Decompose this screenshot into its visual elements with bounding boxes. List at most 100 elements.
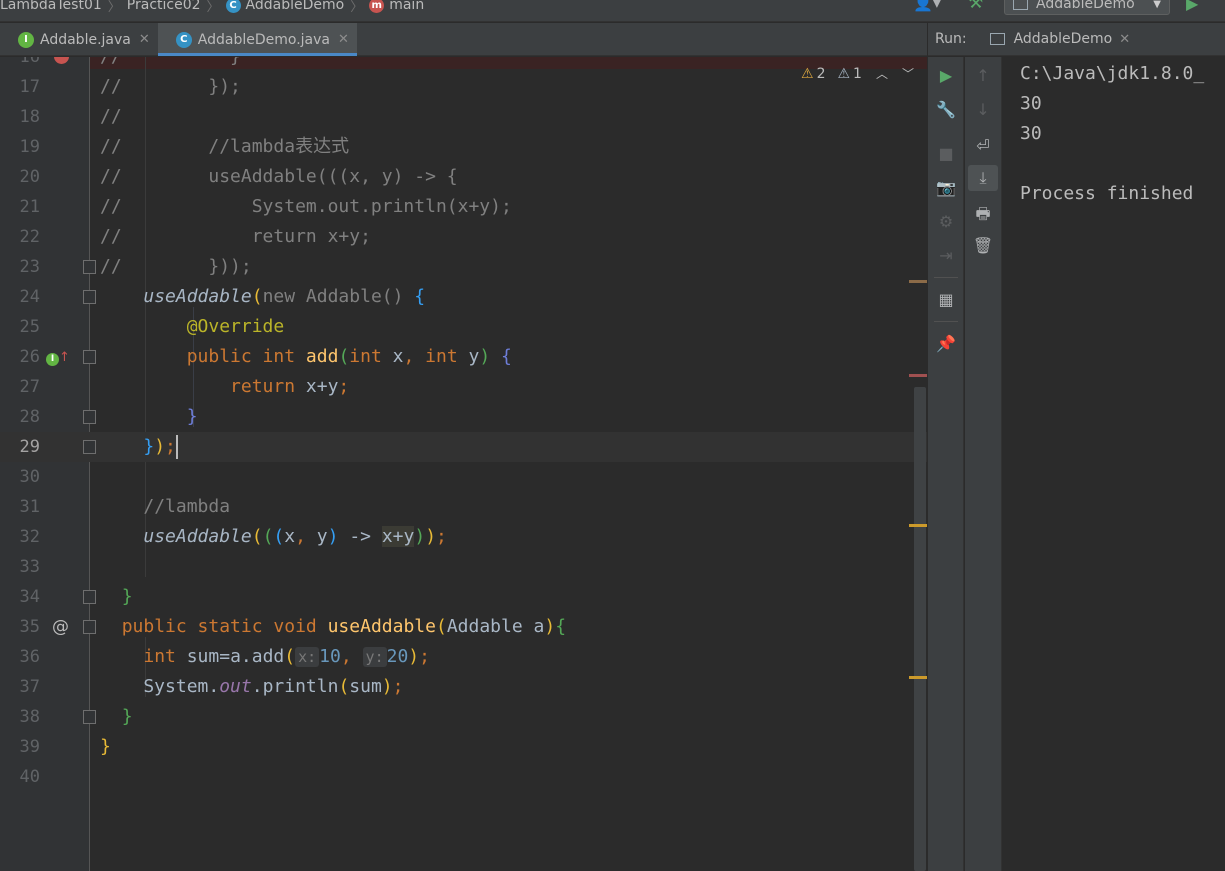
console-icon xyxy=(989,33,1005,45)
breadcrumb-package[interactable]: Practice02 xyxy=(127,0,201,13)
arrow-up-icon[interactable]: ↑ xyxy=(968,63,998,89)
breadcrumb-method[interactable]: m main xyxy=(369,0,424,13)
trash-icon[interactable]: 🗑 xyxy=(968,233,998,259)
code-line: 21 // System.out.println(x+y); xyxy=(19,196,512,217)
scroll-to-end-icon[interactable]: ⤓ xyxy=(968,165,998,191)
layout-icon[interactable]: ▦ xyxy=(931,287,961,313)
chevron-down-icon: ▼ xyxy=(1153,0,1161,10)
tab-addabledemo-java[interactable]: C AddableDemo.java ✕ xyxy=(157,23,358,56)
warning-stripe-marker[interactable] xyxy=(909,676,927,679)
code-line: 22 // return x+y; xyxy=(19,226,371,247)
code-line: 33 xyxy=(19,557,40,577)
code-line: 36 int sum=a.add(x: 10, y: 20); xyxy=(19,646,430,667)
editor-scrollbar[interactable] xyxy=(914,387,926,871)
error-stripe-marker[interactable] xyxy=(909,280,927,283)
code-line: 18 // xyxy=(19,106,122,127)
text-cursor xyxy=(175,435,178,459)
weak-warning-icon: ⚠ xyxy=(837,65,851,82)
code-line: 38 } xyxy=(19,706,133,727)
code-line: 31 //lambda xyxy=(19,496,231,517)
fold-marker-icon[interactable] xyxy=(83,590,96,604)
code-line: 34 } xyxy=(19,586,133,607)
run-tool-window-header: Run: AddableDemo ✕ xyxy=(928,23,1225,56)
stop-icon[interactable]: ■ xyxy=(931,141,961,167)
console-line: 30 xyxy=(1020,123,1042,144)
run-configuration-select[interactable]: AddableDemo ▼ xyxy=(1004,0,1170,15)
code-line: 40 xyxy=(19,767,40,787)
print-icon[interactable]: 🖶 xyxy=(968,201,998,227)
breadcrumb-class[interactable]: C AddableDemo xyxy=(225,0,344,13)
parameter-hint-x: x: xyxy=(295,647,320,667)
code-line: 16 // } xyxy=(0,57,927,72)
console-line: 30 xyxy=(1020,93,1042,114)
warning-icon: ⚠ xyxy=(801,65,814,82)
parameter-hint-y: y: xyxy=(362,647,387,667)
close-icon[interactable]: ✕ xyxy=(338,32,349,47)
implements-method-icon[interactable]: I ↑ xyxy=(46,342,70,373)
application-config-icon xyxy=(1013,0,1028,10)
toolbar-separator xyxy=(934,321,958,322)
camera-dump-icon[interactable]: 📷 xyxy=(931,175,961,201)
class-icon: C xyxy=(225,0,241,13)
close-icon[interactable]: ✕ xyxy=(1119,32,1130,47)
breadcrumb-separator-icon: 〉 xyxy=(107,0,121,15)
code-editor[interactable]: 16 // } 17 // }); 18 // 19 // //lambda表达… xyxy=(0,57,927,871)
breadcrumb-separator-icon: 〉 xyxy=(206,0,220,15)
code-line: 37 System.out.println(sum); xyxy=(19,676,404,697)
breadcrumb-project[interactable]: LambdaTest01 xyxy=(0,0,102,13)
class-icon: C xyxy=(175,31,192,48)
code-line: 25 @Override xyxy=(19,316,285,337)
code-line: 23 // })); xyxy=(19,256,252,277)
usages-at-icon[interactable]: @ xyxy=(52,612,69,642)
fold-marker-icon[interactable] xyxy=(83,620,96,634)
console-line: C:\Java\jdk1.8.0_ xyxy=(1020,63,1205,84)
fold-marker-icon[interactable] xyxy=(83,410,96,424)
code-line: 32 useAddable(((x, y) -> x+y)); xyxy=(19,526,447,547)
interface-icon: I xyxy=(18,31,34,48)
code-line: 28 } xyxy=(19,406,198,427)
arrow-down-icon[interactable]: ↓ xyxy=(968,97,998,123)
chevron-down-icon[interactable]: ﹀ xyxy=(902,65,914,82)
code-line: 17 // }); xyxy=(19,76,241,97)
soft-wrap-icon[interactable]: ⏎ xyxy=(968,133,998,159)
chevron-up-icon[interactable]: ︿ xyxy=(876,65,888,82)
exit-icon[interactable]: ⇥ xyxy=(931,243,961,269)
code-line: 30 xyxy=(19,467,40,487)
fold-marker-icon[interactable] xyxy=(83,440,96,454)
breakpoint-icon[interactable] xyxy=(54,57,69,64)
navigation-bar: LambdaTest01 〉 Practice02 〉 C AddableDemo… xyxy=(0,0,1225,22)
run-toolbar-left: ▶ 🔧 ■ 📷 ⚙ ⇥ ▦ 📌 xyxy=(928,57,964,871)
code-line-current: 29 }); xyxy=(0,432,927,462)
pin-icon[interactable]: 📌 xyxy=(931,331,961,357)
close-icon[interactable]: ✕ xyxy=(139,32,150,47)
tab-addable-java[interactable]: I Addable.java ✕ xyxy=(0,23,158,56)
console-line: Process finished xyxy=(1020,183,1194,204)
inspection-widget[interactable]: ⚠ 2 ⚠ 1 ︿ ﹀ xyxy=(801,65,914,82)
fold-marker-icon[interactable] xyxy=(83,290,96,304)
user-icon[interactable]: 👤▾ xyxy=(913,0,941,12)
code-line: 27 return x+y; xyxy=(19,376,350,397)
breadcrumb-separator-icon: 〉 xyxy=(350,0,364,15)
fold-marker-icon[interactable] xyxy=(83,350,96,364)
run-toolbar-right: ↑ ↓ ⏎ ⤓ 🖶 🗑 xyxy=(965,57,1002,871)
build-hammer-icon[interactable]: ⚒ xyxy=(968,0,983,13)
code-line: 35 @ public static void useAddable(Addab… xyxy=(0,612,927,642)
code-line: 19 // //lambda表达式 xyxy=(19,136,350,157)
code-line: 26 I ↑ public int add(int x, int y) { xyxy=(0,342,927,372)
wrench-settings-icon[interactable]: 🔧 xyxy=(931,97,961,123)
editor-tabs: I Addable.java ✕ C AddableDemo.java ✕ xyxy=(0,23,927,56)
breadcrumb: LambdaTest01 〉 Practice02 〉 C AddableDemo… xyxy=(0,0,424,15)
error-stripe-marker[interactable] xyxy=(909,374,927,377)
run-tab-addabledemo[interactable]: AddableDemo ✕ xyxy=(989,23,1130,56)
console-output[interactable]: C:\Java\jdk1.8.0_ 30 30 Process finished xyxy=(1003,57,1225,871)
toolbar-separator xyxy=(934,277,958,278)
run-icon[interactable]: ▶ xyxy=(1186,0,1198,13)
fold-marker-icon[interactable] xyxy=(83,260,96,274)
code-line: 24 useAddable(new Addable() { xyxy=(19,286,426,307)
code-line: 39 } xyxy=(19,736,111,757)
method-icon: m xyxy=(369,0,385,13)
gear-icon[interactable]: ⚙ xyxy=(931,209,961,235)
fold-marker-icon[interactable] xyxy=(83,710,96,724)
warning-stripe-marker[interactable] xyxy=(909,524,927,527)
rerun-icon[interactable]: ▶ xyxy=(931,63,961,89)
